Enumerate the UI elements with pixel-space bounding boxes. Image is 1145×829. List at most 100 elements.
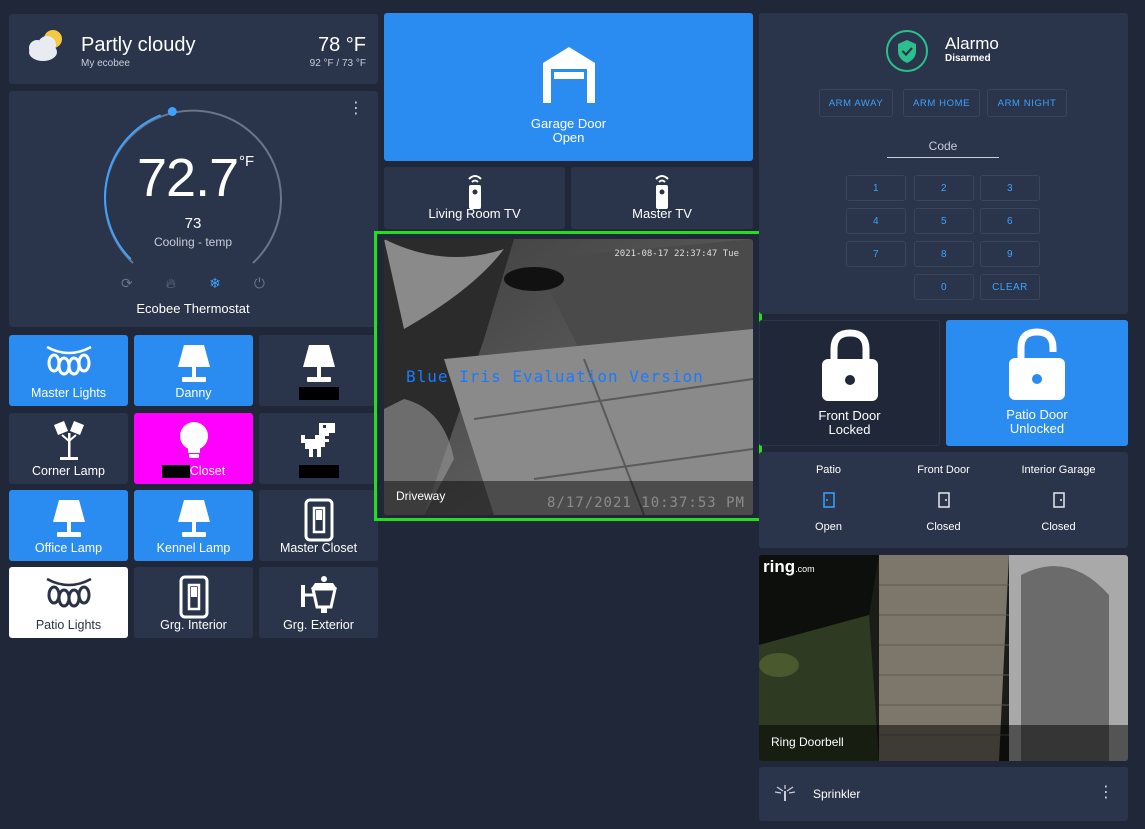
wall-lantern-icon bbox=[299, 575, 339, 622]
door-state: Closed bbox=[926, 521, 961, 533]
more-menu-icon[interactable]: ⋮ bbox=[348, 101, 364, 117]
thermostat-unit: °F bbox=[239, 153, 255, 170]
alarm-title: Alarmo bbox=[945, 34, 999, 53]
tile-kennel-lamp[interactable]: Kennel Lamp bbox=[134, 490, 253, 561]
ring-logo: ring.com bbox=[763, 557, 815, 576]
thermostat-current-temp: 72.7 bbox=[137, 148, 239, 208]
alarm-panel: Alarmo Disarmed ARM AWAY ARM HOME ARM NI… bbox=[759, 13, 1128, 314]
camera-timestamp: 2021-08-17 22:37:47 Tue bbox=[614, 249, 739, 259]
tile-master-lights[interactable]: Master Lights bbox=[9, 335, 128, 406]
arm-away-button[interactable]: ARM AWAY bbox=[819, 89, 893, 117]
weather-card[interactable]: Partly cloudy My ecobee 78 °F 92 °F / 73… bbox=[9, 14, 378, 84]
lamp-icon bbox=[51, 498, 87, 543]
patio-door-lock-button[interactable]: Patio Door Unlocked bbox=[946, 320, 1128, 446]
lamp-icon bbox=[176, 343, 212, 388]
floor-lamp-icon bbox=[50, 421, 88, 466]
garage-name: Garage Door bbox=[530, 116, 607, 131]
thermostat-mode-text: Cooling - temp bbox=[153, 235, 233, 249]
garage-door-button[interactable]: Garage Door Open bbox=[384, 13, 753, 161]
tile-label: Office Lamp bbox=[34, 541, 103, 555]
tile-label bbox=[259, 386, 378, 400]
ring-doorbell-camera[interactable]: ring.com Ring Doorbell bbox=[759, 555, 1128, 761]
sprinkler-card[interactable]: Sprinkler ⋮ bbox=[759, 767, 1128, 821]
lock-name: Front Door bbox=[818, 408, 881, 423]
weather-temperature: 78 °F bbox=[317, 34, 366, 56]
door-name: Patio bbox=[815, 464, 842, 476]
tile-label: Master Lights bbox=[30, 386, 107, 400]
keypad-key-5[interactable]: 5 bbox=[914, 208, 974, 234]
lock-name: Patio Door bbox=[1006, 407, 1068, 422]
weather-condition: Partly cloudy bbox=[81, 34, 196, 56]
front-door-lock-button[interactable]: Front Door Locked bbox=[759, 320, 940, 446]
remote-label: Master TV bbox=[632, 206, 692, 221]
tile-office-lamp[interactable]: Office Lamp bbox=[9, 490, 128, 561]
keypad-key-9[interactable]: 9 bbox=[980, 241, 1040, 267]
weather-source: My ecobee bbox=[81, 58, 130, 69]
arm-night-button[interactable]: ARM NIGHT bbox=[987, 89, 1067, 117]
keypad-key-0[interactable]: 0 bbox=[914, 274, 974, 300]
keypad-key-clear[interactable]: CLEAR bbox=[980, 274, 1040, 300]
thermostat-mode-buttons: ⟳ 🔥︎ ❄ ⏻ bbox=[121, 275, 265, 292]
power-icon[interactable]: ⏻ bbox=[254, 275, 265, 292]
keypad-key-1[interactable]: 1 bbox=[846, 175, 906, 201]
driveway-camera[interactable]: 2021-08-17 22:37:47 Tue Blue Iris Evalua… bbox=[384, 239, 753, 515]
tile-redacted-2[interactable] bbox=[259, 335, 378, 406]
garage-state: Open bbox=[552, 130, 585, 145]
tile-label: Closet bbox=[134, 464, 253, 478]
tile-patio-lights[interactable]: Patio Lights bbox=[9, 567, 128, 638]
keypad-key-2[interactable]: 2 bbox=[914, 175, 974, 201]
door-name: Interior Garage bbox=[1021, 464, 1096, 476]
alarm-code-input[interactable]: Code bbox=[887, 139, 999, 158]
tile-redacted-5[interactable] bbox=[259, 413, 378, 484]
shield-check-icon bbox=[885, 29, 929, 78]
tile-grg-exterior[interactable]: Grg. Exterior bbox=[259, 567, 378, 638]
tile-label: Kennel Lamp bbox=[156, 541, 231, 555]
tile-danny[interactable]: Danny bbox=[134, 335, 253, 406]
redaction-block bbox=[298, 465, 339, 478]
heat-icon[interactable]: 🔥︎ bbox=[166, 275, 176, 292]
door-open-icon bbox=[822, 492, 835, 513]
garage-icon bbox=[541, 45, 597, 108]
living-room-tv-button[interactable]: Living Room TV bbox=[384, 167, 565, 229]
keypad-key-3[interactable]: 3 bbox=[980, 175, 1040, 201]
tile-corner-lamp[interactable]: Corner Lamp bbox=[9, 413, 128, 484]
tile-label: Grg. Interior bbox=[160, 618, 227, 632]
cool-icon[interactable]: ❄ bbox=[209, 275, 221, 292]
keypad-key-4[interactable]: 4 bbox=[846, 208, 906, 234]
lamp-icon bbox=[301, 343, 337, 388]
sprinkler-icon bbox=[774, 785, 796, 806]
more-menu-icon[interactable]: ⋮ bbox=[1098, 785, 1114, 801]
tile-master-closet[interactable]: Master Closet bbox=[259, 490, 378, 561]
bulb-icon bbox=[177, 421, 211, 466]
door-state: Closed bbox=[1041, 521, 1076, 533]
remote-label: Living Room TV bbox=[428, 206, 521, 221]
tile-label: Grg. Exterior bbox=[283, 618, 354, 632]
dial-knob[interactable] bbox=[167, 107, 177, 116]
lock-state: Unlocked bbox=[1009, 421, 1065, 436]
keypad-key-6[interactable]: 6 bbox=[980, 208, 1040, 234]
camera-overlay-time: 8/17/2021 10:37:53 PM bbox=[546, 495, 745, 511]
auto-icon[interactable]: ⟳ bbox=[121, 275, 133, 292]
door-state: Open bbox=[815, 521, 842, 533]
ring-name: Ring Doorbell bbox=[771, 735, 844, 749]
tile-label bbox=[259, 464, 378, 478]
keypad-key-8[interactable]: 8 bbox=[914, 241, 974, 267]
master-tv-button[interactable]: Master TV bbox=[571, 167, 753, 229]
tile-label: Patio Lights bbox=[35, 618, 102, 632]
redaction-block bbox=[161, 465, 190, 478]
sprinkler-label: Sprinkler bbox=[813, 787, 861, 801]
lock-state: Locked bbox=[828, 422, 871, 437]
string-lights-icon bbox=[45, 575, 93, 614]
tile-label: Danny bbox=[175, 386, 212, 400]
lock-closed-icon bbox=[820, 329, 880, 406]
keypad-key-7[interactable]: 7 bbox=[846, 241, 906, 267]
lamp-icon bbox=[176, 498, 212, 543]
tile-closet[interactable]: Closet bbox=[134, 413, 253, 484]
alarm-state: Disarmed bbox=[945, 53, 991, 64]
weather-high-low: 92 °F / 73 °F bbox=[309, 58, 366, 69]
tile-grg-interior[interactable]: Grg. Interior bbox=[134, 567, 253, 638]
switch-icon bbox=[179, 575, 209, 624]
arm-home-button[interactable]: ARM HOME bbox=[903, 89, 980, 117]
dino-icon bbox=[299, 421, 339, 466]
door-name: Front Door bbox=[917, 464, 970, 476]
